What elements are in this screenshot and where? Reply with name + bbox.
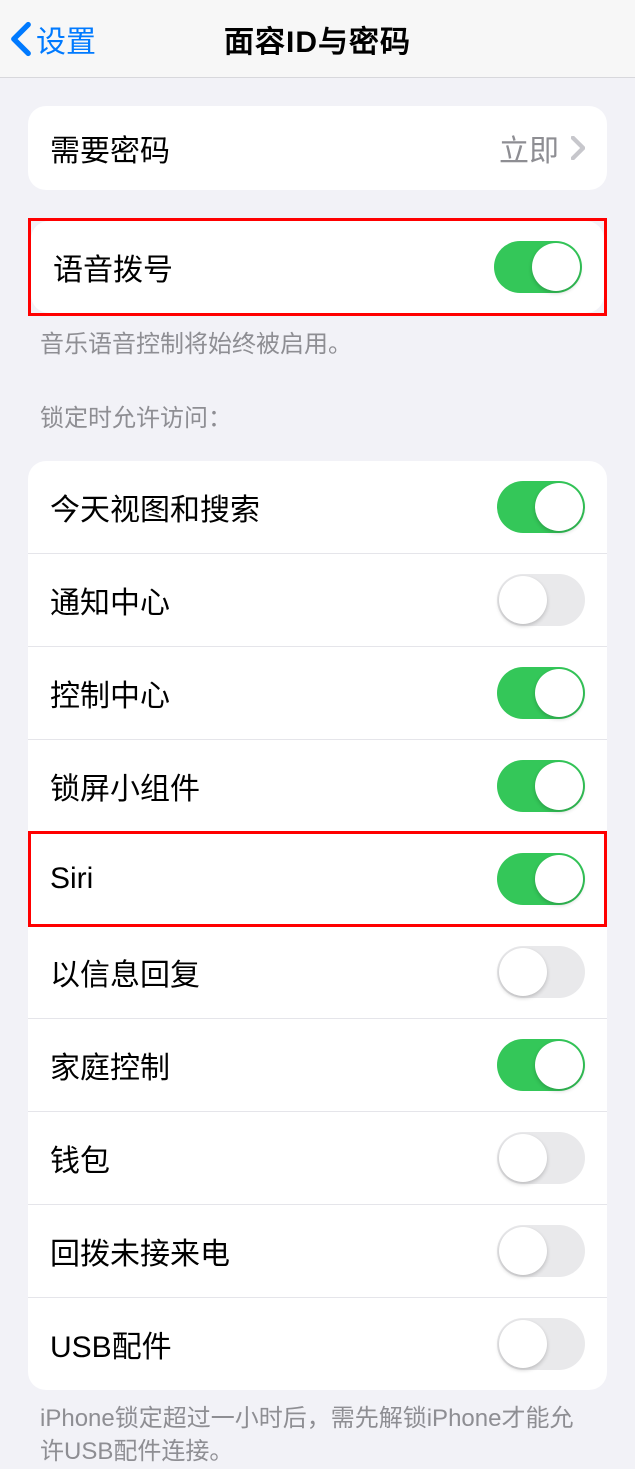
lock-access-label: 家庭控制 bbox=[50, 1043, 170, 1087]
toggle-knob bbox=[532, 243, 580, 291]
toggle-knob bbox=[535, 855, 583, 903]
require-passcode-row[interactable]: 需要密码 立即 bbox=[28, 106, 607, 190]
lock-access-label: 锁屏小组件 bbox=[50, 764, 200, 808]
require-passcode-value: 立即 bbox=[499, 126, 559, 170]
lock-access-label: 通知中心 bbox=[50, 578, 170, 622]
lock-access-label: Siri bbox=[50, 862, 93, 896]
lock-access-toggle[interactable] bbox=[497, 481, 585, 533]
back-label: 设置 bbox=[36, 17, 96, 61]
toggle-knob bbox=[499, 1227, 547, 1275]
back-button[interactable]: 设置 bbox=[10, 17, 96, 61]
usb-footer: iPhone锁定超过一小时后，需先解锁iPhone才能允许USB配件连接。 bbox=[40, 1402, 595, 1469]
lock-access-label: 控制中心 bbox=[50, 671, 170, 715]
lock-access-row: 钱包 bbox=[28, 1112, 607, 1205]
require-passcode-label: 需要密码 bbox=[50, 126, 170, 170]
lock-access-row: Siri bbox=[28, 833, 607, 926]
toggle-knob bbox=[535, 483, 583, 531]
lock-access-toggle[interactable] bbox=[497, 1039, 585, 1091]
lock-access-toggle[interactable] bbox=[497, 667, 585, 719]
lock-access-row: 通知中心 bbox=[28, 554, 607, 647]
lock-access-label: 以信息回复 bbox=[50, 950, 200, 994]
voice-dial-highlight: 语音拨号 bbox=[28, 218, 607, 316]
lock-access-row: 锁屏小组件 bbox=[28, 740, 607, 833]
lock-access-label: 今天视图和搜索 bbox=[50, 485, 260, 529]
lock-access-label: 钱包 bbox=[50, 1136, 110, 1180]
lock-access-row: USB配件 bbox=[28, 1298, 607, 1390]
voice-dial-label: 语音拨号 bbox=[53, 245, 173, 289]
toggle-knob bbox=[499, 576, 547, 624]
page-title: 面容ID与密码 bbox=[224, 17, 411, 61]
chevron-right-icon bbox=[571, 136, 585, 160]
lock-access-row: 控制中心 bbox=[28, 647, 607, 740]
lock-access-header: 锁定时允许访问： bbox=[40, 398, 595, 433]
voice-dial-row: 语音拨号 bbox=[31, 221, 604, 313]
lock-access-row: 家庭控制 bbox=[28, 1019, 607, 1112]
lock-access-group: 今天视图和搜索通知中心控制中心锁屏小组件 Siri 以信息回复家庭控制钱包回拨未接来… bbox=[28, 461, 607, 1390]
navbar: 设置 面容ID与密码 bbox=[0, 0, 635, 78]
toggle-knob bbox=[535, 762, 583, 810]
lock-access-toggle[interactable] bbox=[497, 853, 585, 905]
lock-access-toggle[interactable] bbox=[497, 1318, 585, 1370]
lock-access-row: 以信息回复 bbox=[28, 926, 607, 1019]
voice-dial-group: 语音拨号 bbox=[31, 221, 604, 313]
lock-access-row: 今天视图和搜索 bbox=[28, 461, 607, 554]
voice-dial-footer: 音乐语音控制将始终被启用。 bbox=[40, 328, 595, 362]
toggle-knob bbox=[499, 1320, 547, 1368]
lock-access-toggle[interactable] bbox=[497, 1132, 585, 1184]
toggle-knob bbox=[499, 948, 547, 996]
toggle-knob bbox=[499, 1134, 547, 1182]
lock-access-label: 回拨未接来电 bbox=[50, 1229, 230, 1273]
lock-access-toggle[interactable] bbox=[497, 574, 585, 626]
passcode-group: 需要密码 立即 bbox=[28, 106, 607, 190]
voice-dial-toggle[interactable] bbox=[494, 241, 582, 293]
toggle-knob bbox=[535, 669, 583, 717]
lock-access-label: USB配件 bbox=[50, 1322, 172, 1366]
lock-access-toggle[interactable] bbox=[497, 760, 585, 812]
lock-access-toggle[interactable] bbox=[497, 1225, 585, 1277]
toggle-knob bbox=[535, 1041, 583, 1089]
chevron-left-icon bbox=[10, 21, 32, 57]
lock-access-toggle[interactable] bbox=[497, 946, 585, 998]
lock-access-row: 回拨未接来电 bbox=[28, 1205, 607, 1298]
